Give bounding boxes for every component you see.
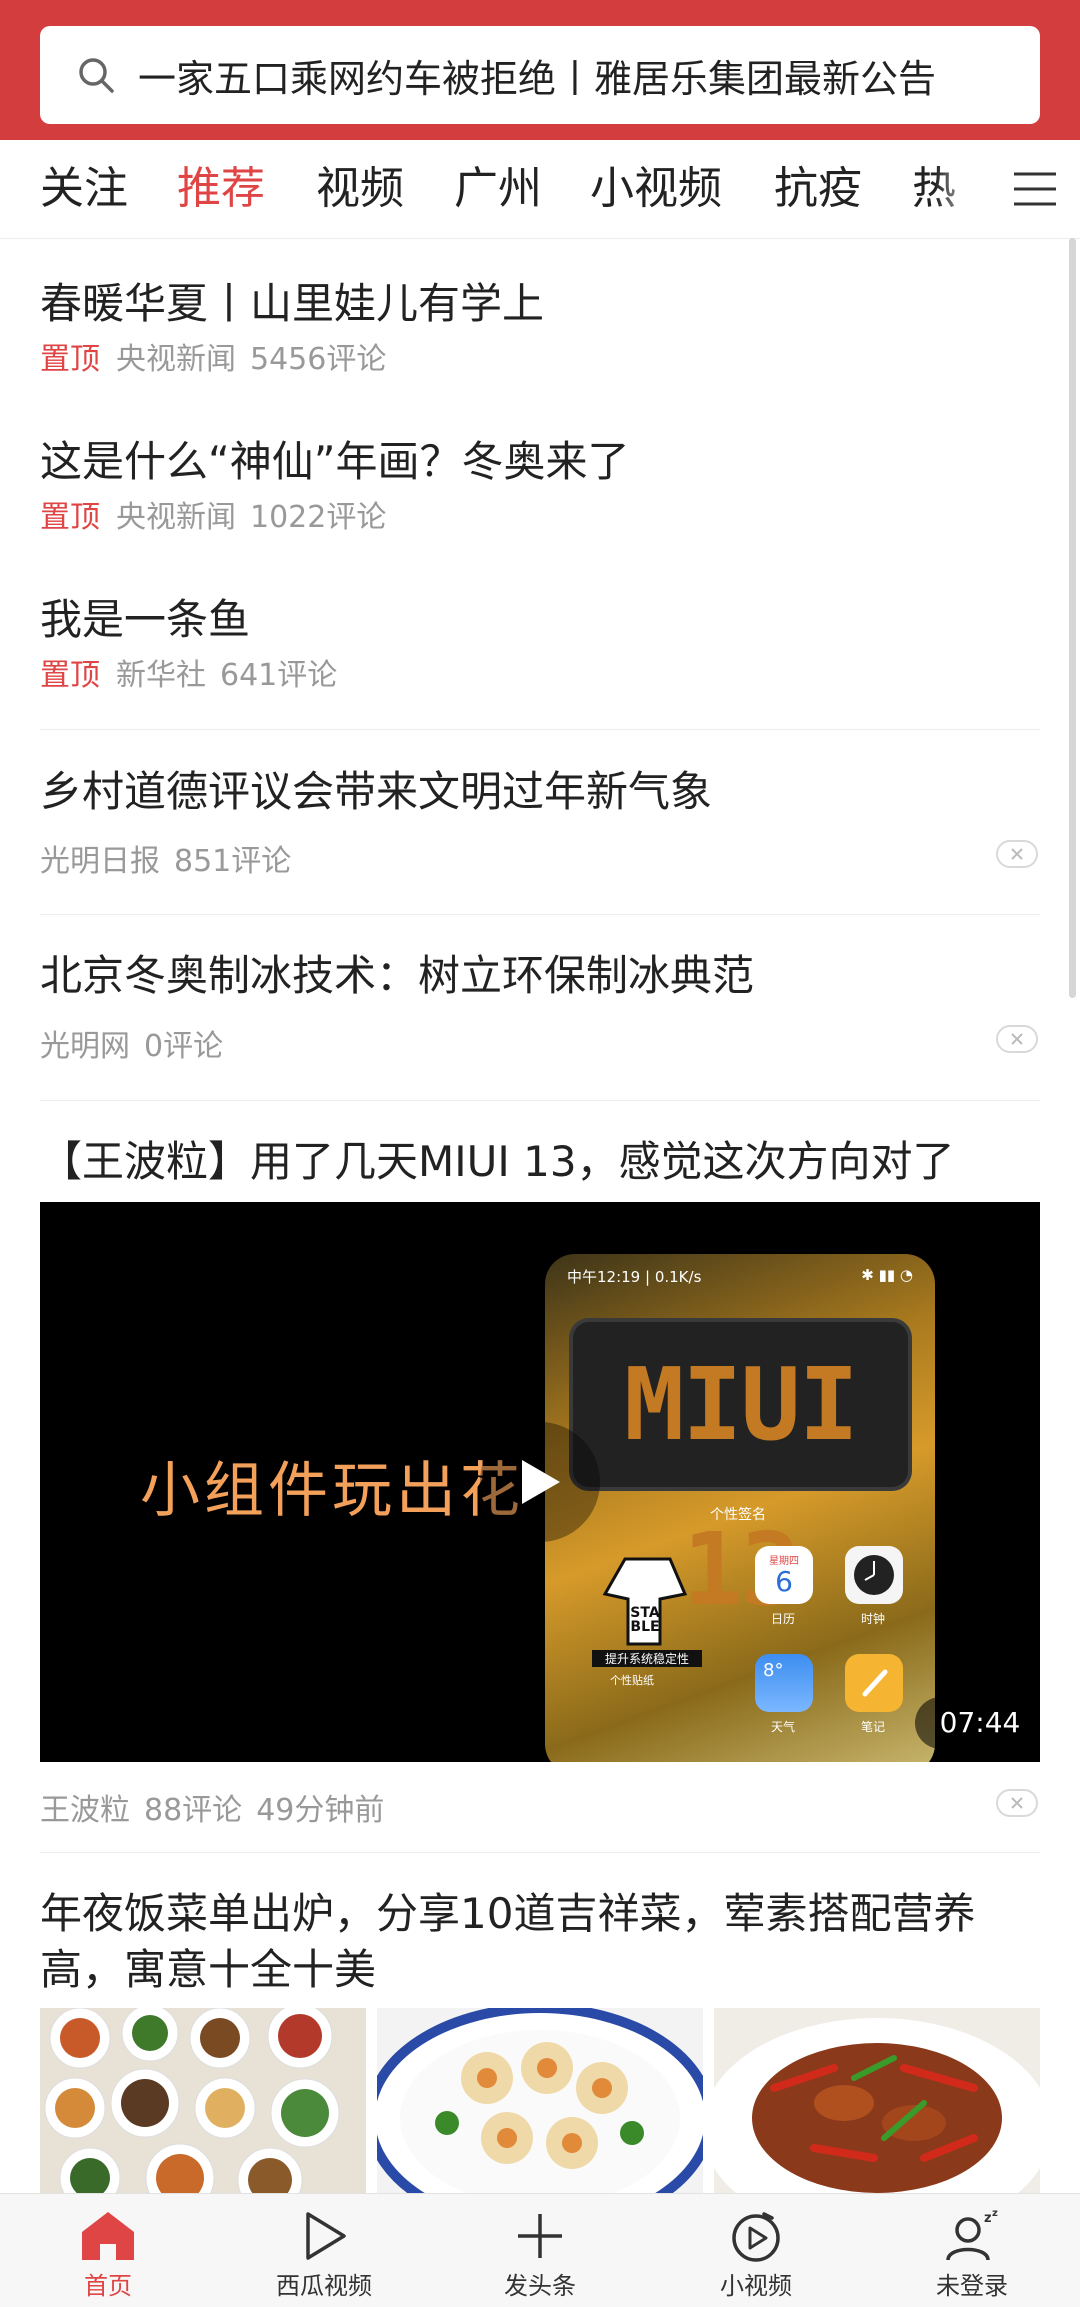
news-title[interactable]: 北京冬奥制冰技术：树立环保制冰典范 — [40, 942, 754, 1003]
pinned-badge: 置顶 — [40, 658, 100, 693]
nav-home[interactable]: 首页 — [0, 2194, 216, 2307]
comment-count: 641评论 — [220, 658, 338, 693]
video-duration: 07:44 — [915, 1697, 1040, 1749]
divider — [40, 1852, 1040, 1853]
news-meta: 光明网 0评论 — [40, 1021, 223, 1065]
play-outline-icon — [306, 2212, 346, 2260]
plus-icon — [518, 2214, 562, 2258]
clock-app-icon — [845, 1546, 903, 1604]
dislike-button[interactable] — [996, 1025, 1038, 1053]
app-label: 笔记 — [861, 1720, 886, 1734]
video-thumbnail[interactable]: 小组件玩出花 中午12:19 | 0.1K/s ✱ ▮▮ ◔ MIUI 13 个… — [40, 1202, 1040, 1762]
close-icon — [1011, 1797, 1023, 1809]
close-icon — [1011, 848, 1023, 860]
news-source: 央视新闻 — [116, 342, 236, 377]
svg-text:z: z — [984, 2211, 992, 2226]
stable-sticker: STA BLE 提升系统稳定性 个性贴纸 — [592, 1554, 702, 1694]
tab-guangzhou[interactable]: 广州 — [454, 140, 542, 238]
nav-post[interactable]: 发头条 — [432, 2194, 648, 2307]
home-icon — [82, 2212, 134, 2260]
nav-label: 首页 — [84, 2272, 132, 2300]
nav-short-video[interactable]: 小视频 — [648, 2194, 864, 2307]
svg-text:z: z — [992, 2208, 998, 2219]
news-title[interactable]: 春暖华夏丨山里娃儿有学上 — [40, 270, 544, 331]
app-label: 天气 — [771, 1720, 796, 1734]
food-image[interactable] — [40, 2008, 366, 2194]
news-title[interactable]: 乡村道德评议会带来文明过年新气象 — [40, 758, 712, 819]
phone-signal-icons: ✱ ▮▮ ◔ — [861, 1266, 913, 1284]
news-meta: 置顶 央视新闻 5456评论 — [40, 334, 386, 378]
food-image[interactable] — [377, 2008, 703, 2194]
nav-label: 西瓜视频 — [276, 2272, 372, 2300]
news-meta: 置顶 新华社 641评论 — [40, 650, 337, 694]
notes-app-icon — [845, 1654, 903, 1712]
top-bar: 一家五口乘网约车被拒绝丨雅居乐集团最新公告 — [0, 0, 1080, 140]
nav-label: 小视频 — [720, 2272, 792, 2300]
short-video-icon — [732, 2212, 780, 2262]
search-placeholder: 一家五口乘网约车被拒绝丨雅居乐集团最新公告 — [138, 56, 937, 101]
channel-tabs: 关注 推荐 视频 广州 小视频 抗疫 热 — [0, 140, 1080, 239]
news-source: 新华社 — [116, 658, 206, 693]
weather-app-icon: 8° — [755, 1654, 813, 1712]
news-source: 光明日报 — [40, 844, 160, 879]
channel-menu-button[interactable] — [990, 140, 1080, 238]
dislike-button[interactable] — [996, 1789, 1038, 1817]
tab-recommend[interactable]: 推荐 — [177, 140, 265, 238]
hamburger-menu-icon — [1014, 172, 1056, 206]
news-title-line[interactable]: 高，寓意十全十美 — [40, 1936, 376, 1997]
search-box[interactable]: 一家五口乘网约车被拒绝丨雅居乐集团最新公告 — [40, 26, 1040, 124]
feed-scrollbar[interactable] — [1069, 238, 1076, 998]
bottom-navigation: 首页 西瓜视频 发头条 小视频 z z 未登录 — [0, 2193, 1080, 2307]
phone-screenshot: 中午12:19 | 0.1K/s ✱ ▮▮ ◔ MIUI 13 个性签名 星期四… — [545, 1254, 935, 1762]
pinned-badge: 置顶 — [40, 342, 100, 377]
news-source: 王波粒 — [40, 1793, 130, 1828]
video-caption-text: 小组件玩出花 — [140, 1456, 524, 1526]
comment-count: 851评论 — [174, 844, 292, 879]
dislike-button[interactable] — [996, 840, 1038, 868]
app-label: 时钟 — [861, 1612, 886, 1626]
phone-status-bar: 中午12:19 | 0.1K/s — [567, 1268, 702, 1286]
tab-short-video[interactable]: 小视频 — [590, 140, 722, 238]
news-meta: 光明日报 851评论 — [40, 836, 291, 880]
news-title-line[interactable]: 年夜饭菜单出炉，分享10道吉祥菜，荤素搭配营养 — [40, 1880, 975, 1941]
calendar-app-icon: 星期四 6 — [755, 1546, 813, 1604]
tab-anti-epidemic[interactable]: 抗疫 — [774, 140, 862, 238]
divider — [40, 914, 1040, 915]
divider — [40, 1100, 1040, 1101]
nav-account[interactable]: z z 未登录 — [864, 2194, 1080, 2307]
news-meta: 置顶 央视新闻 1022评论 — [40, 492, 386, 536]
news-title[interactable]: 我是一条鱼 — [40, 586, 250, 647]
tab-follow[interactable]: 关注 — [40, 140, 128, 238]
news-title[interactable]: 这是什么“神仙”年画？冬奥来了 — [40, 428, 630, 489]
nav-label: 未登录 — [936, 2272, 1008, 2300]
comment-count: 88评论 — [144, 1793, 243, 1828]
user-sleep-icon: z z — [946, 2208, 998, 2261]
miui-widget: MIUI 13 — [573, 1322, 908, 1628]
nav-xigua-video[interactable]: 西瓜视频 — [216, 2194, 432, 2307]
comment-count: 0评论 — [144, 1029, 224, 1064]
search-icon — [79, 58, 114, 93]
miui-widget-text: MIUI 13 — [624, 1346, 859, 1628]
close-icon — [1011, 1033, 1023, 1045]
publish-time: 49分钟前 — [256, 1793, 385, 1828]
news-source: 央视新闻 — [116, 500, 236, 535]
food-image[interactable] — [714, 2008, 1040, 2194]
comment-count: 1022评论 — [250, 500, 387, 535]
widget-label: 个性签名 — [710, 1507, 766, 1523]
nav-label: 发头条 — [504, 2272, 576, 2300]
pinned-badge: 置顶 — [40, 500, 100, 535]
tab-video[interactable]: 视频 — [316, 140, 404, 238]
divider — [40, 729, 1040, 730]
play-icon — [522, 1460, 560, 1504]
comment-count: 5456评论 — [250, 342, 387, 377]
news-meta: 王波粒 88评论 49分钟前 — [40, 1785, 384, 1829]
play-button[interactable] — [480, 1422, 600, 1542]
news-source: 光明网 — [40, 1029, 130, 1064]
app-label: 日历 — [771, 1612, 796, 1626]
video-title[interactable]: 【王波粒】用了几天MIUI 13，感觉这次方向对了 — [40, 1128, 955, 1189]
